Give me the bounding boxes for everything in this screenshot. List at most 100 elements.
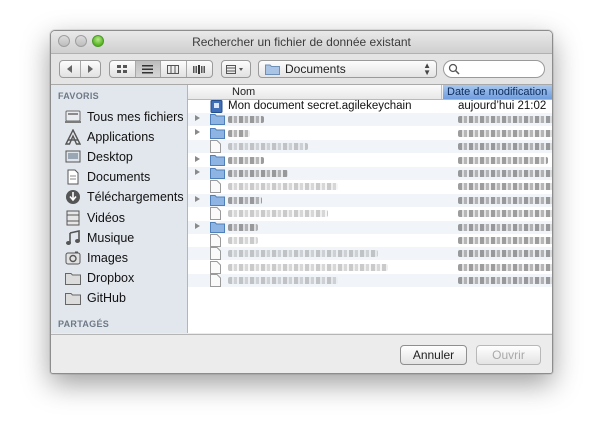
column-view-button[interactable] [161,61,187,77]
redacted-file-name [228,237,258,244]
table-row[interactable]: Mon document secret.agilekeychain aujourd… [188,100,552,113]
table-row[interactable] [188,113,552,127]
file-date: aujourd’hui 21:02 [458,100,547,112]
favorites-heading: FAVORIS [58,91,99,101]
table-row[interactable] [188,167,552,180]
disclosure-triangle-icon[interactable] [195,115,200,122]
forward-button[interactable] [81,61,101,77]
view-mode-selector [109,60,213,78]
arrange-icon [226,64,243,74]
arrange-menu-button[interactable] [221,60,251,78]
cover-flow-button[interactable] [187,61,212,77]
redacted-file-name [228,116,264,124]
sidebar-item-dropbox[interactable]: Dropbox [65,269,134,287]
open-file-dialog: Rechercher un fichier de donnée existant [50,30,553,374]
redacted-file-date [458,223,552,231]
file-name: Mon document secret.agilekeychain [228,100,412,112]
sidebar-item-label: Documents [87,170,151,184]
column-header-name[interactable]: Nom [188,85,442,99]
disclosure-triangle-icon[interactable] [195,222,200,229]
table-row[interactable] [188,274,552,290]
disclosure-triangle-icon[interactable] [195,169,200,175]
back-button[interactable] [60,61,81,77]
redacted-file-date [458,129,552,137]
table-row[interactable] [188,193,552,207]
redacted-file-name [228,250,378,258]
redacted-file-date [458,210,552,218]
history-navigation [59,60,101,78]
search-field[interactable] [443,60,545,78]
pictures-icon [65,250,81,266]
redacted-file-date [458,183,552,191]
disclosure-triangle-icon[interactable] [195,128,200,135]
sidebar-item-label: Applications [87,130,155,144]
sidebar-item-music[interactable]: Musique [65,229,134,247]
redacted-file-name [228,143,308,151]
cover-flow-icon [193,64,206,74]
all-files-icon [65,109,81,125]
chevron-up-down-icon: ▲ ▼ [423,61,431,77]
redacted-file-date [458,156,548,164]
redacted-file-date [458,263,552,271]
downloads-icon [65,189,81,205]
dialog-footer: Annuler Ouvrir [51,334,552,373]
title-bar: Rechercher un fichier de donnée existant [51,31,552,54]
sidebar-item-label: Dropbox [87,271,135,285]
redacted-file-name [228,277,338,285]
table-row[interactable] [188,260,552,274]
chevron-left-icon [66,65,72,73]
sidebar-item-pictures[interactable]: Images [65,249,128,267]
redacted-file-date [458,170,552,177]
chevron-right-icon [88,65,94,73]
icon-view-button[interactable] [110,61,136,77]
sidebar-item-label: Téléchargements [87,190,184,204]
redacted-file-date [458,143,552,151]
sidebar-item-label: Desktop [87,150,133,164]
sidebar-item-desktop[interactable]: Desktop [65,148,133,166]
redacted-file-date [458,250,552,258]
sidebar-item-all-files[interactable]: Tous mes fichiers [65,108,184,126]
column-header-date-modified[interactable]: Date de modification [443,85,552,99]
open-button[interactable]: Ouvrir [476,345,541,365]
folder-icon [265,64,280,75]
document-icon [210,274,221,290]
redacted-file-date [458,237,552,244]
movies-icon [65,210,81,226]
table-row[interactable] [188,207,552,221]
sidebar-item-github[interactable]: GitHub [65,289,126,307]
redacted-file-name [228,263,388,271]
sidebar-item-movies[interactable]: Vidéos [65,209,125,227]
disclosure-triangle-icon[interactable] [195,195,200,202]
desktop-icon [65,149,81,165]
sidebar-item-label: Tous mes fichiers [87,110,184,124]
redacted-file-name [228,183,338,191]
window-title: Rechercher un fichier de donnée existant [192,35,411,49]
applications-icon [65,129,81,145]
folder-icon [65,290,81,306]
cancel-button[interactable]: Annuler [400,345,467,365]
table-row[interactable] [188,180,552,194]
sidebar-item-label: GitHub [87,291,126,305]
documents-icon [65,169,81,185]
location-label: Documents [285,62,346,76]
table-row[interactable] [188,247,552,261]
location-popup[interactable]: Documents ▲ ▼ [258,60,437,78]
list-view-button[interactable] [135,61,161,77]
table-row[interactable] [188,154,552,167]
sidebar-item-applications[interactable]: Applications [65,128,154,146]
redacted-file-date [458,277,552,285]
disclosure-triangle-icon[interactable] [195,155,200,162]
sidebar: FAVORIS Tous mes fichiers Applications D… [51,85,188,333]
table-row[interactable] [188,127,552,140]
sidebar-item-documents[interactable]: Documents [65,168,150,186]
redacted-file-name [228,129,250,137]
table-row[interactable] [188,220,552,234]
sidebar-item-downloads[interactable]: Téléchargements [65,188,184,206]
sidebar-item-label: Images [87,251,128,265]
redacted-file-name [228,210,328,218]
table-row[interactable] [188,234,552,247]
folder-icon [65,270,81,286]
list-header: Nom Date de modification [188,85,552,100]
file-list: Nom Date de modification Mon document se… [188,85,552,333]
table-row[interactable] [188,140,552,154]
